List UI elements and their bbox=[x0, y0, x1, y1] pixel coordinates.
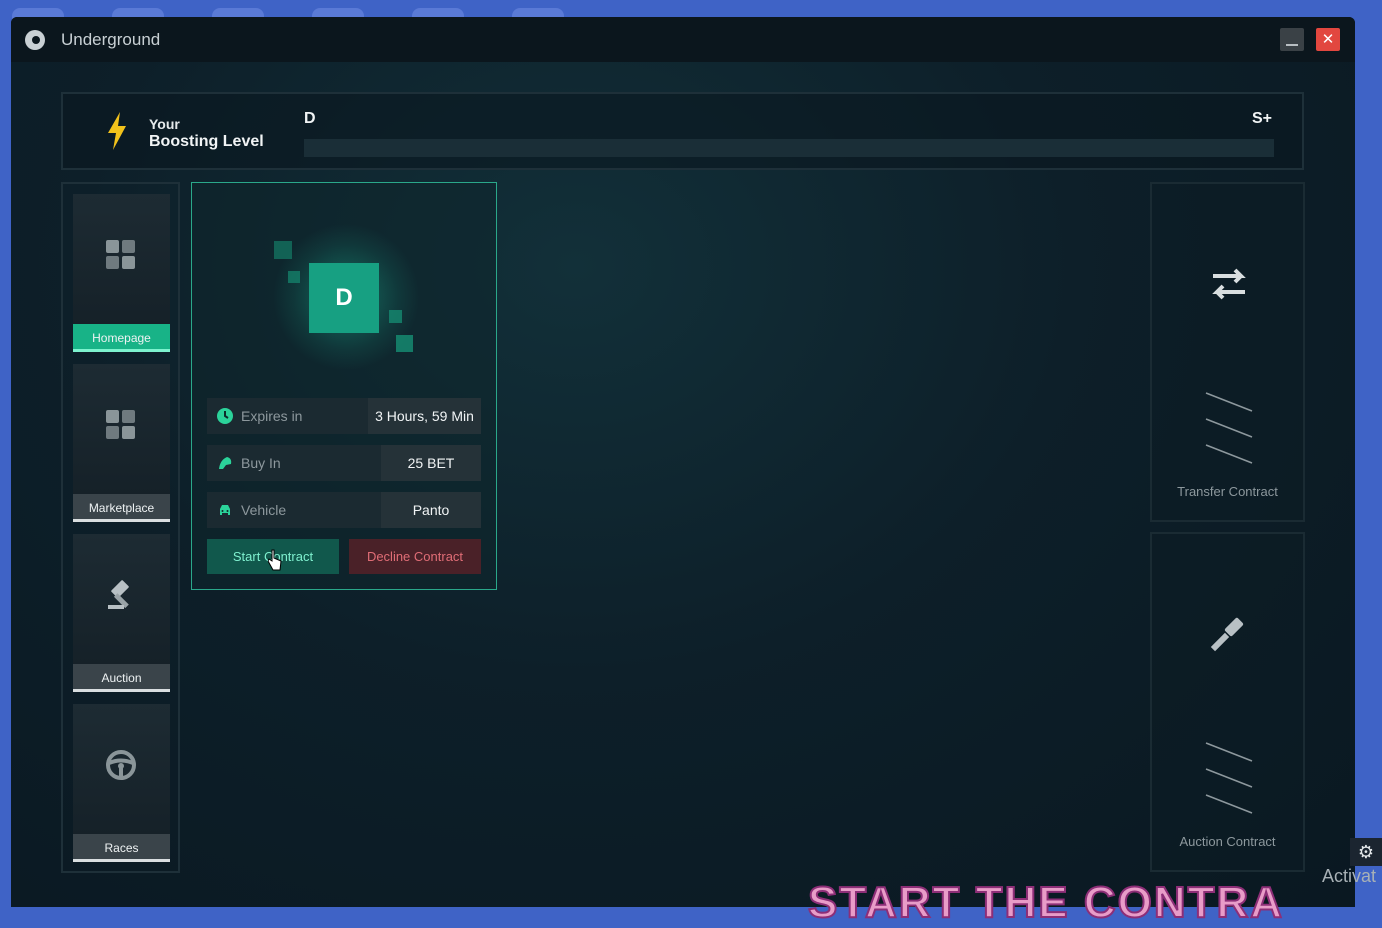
level-progress-bar bbox=[304, 139, 1274, 157]
mouse-cursor-icon bbox=[268, 549, 282, 571]
transfer-arrows-icon bbox=[1212, 268, 1246, 300]
contract-row-value: Panto bbox=[381, 492, 481, 528]
coin-icon bbox=[219, 457, 232, 469]
sidebar-item-label: Races bbox=[73, 834, 170, 862]
sidebar-item-label: Auction bbox=[73, 664, 170, 692]
lightning-bolt-icon bbox=[105, 112, 129, 150]
sidebar-item-homepage[interactable]: Homepage bbox=[73, 194, 170, 352]
max-level: S+ bbox=[1251, 110, 1272, 127]
transfer-contract-label: Transfer Contract bbox=[1177, 484, 1278, 499]
contract-row-expires: Expires in 3 Hours, 59 Min bbox=[207, 398, 481, 434]
grid-icon bbox=[106, 410, 135, 439]
gavel-icon bbox=[1210, 617, 1244, 652]
contract-row-label: Expires in bbox=[241, 408, 303, 424]
car-icon bbox=[220, 505, 230, 515]
decor-square bbox=[389, 310, 402, 323]
window-title: Underground bbox=[61, 29, 161, 49]
grid-icon bbox=[106, 240, 135, 269]
auction-contract-card[interactable]: Auction Contract bbox=[1150, 532, 1305, 872]
contract-row-buy-in: Buy In 25 BET bbox=[207, 445, 481, 481]
minimize-button[interactable] bbox=[1280, 28, 1304, 51]
transfer-contract-card[interactable]: Transfer Contract bbox=[1150, 182, 1305, 522]
contract-row-value: 25 BET bbox=[381, 445, 481, 481]
decor-square bbox=[274, 241, 292, 259]
contract-row-label: Buy In bbox=[241, 455, 281, 471]
sidebar-item-auction[interactable]: Auction bbox=[73, 534, 170, 692]
current-level: D bbox=[304, 110, 316, 127]
app-window: Underground ✕ Your Boosting Level D S+ H… bbox=[11, 17, 1355, 907]
contract-row-vehicle: Vehicle Panto bbox=[207, 492, 481, 528]
contract-row-value: 3 Hours, 59 Min bbox=[368, 398, 481, 434]
boosting-level-title: Boosting Level bbox=[149, 133, 264, 150]
clock-icon bbox=[217, 408, 233, 424]
sidebar: Homepage Marketplace Auction Races bbox=[61, 182, 180, 873]
decorative-lines-icon bbox=[1205, 742, 1253, 814]
sidebar-item-label: Homepage bbox=[73, 324, 170, 352]
sidebar-item-races[interactable]: Races bbox=[73, 704, 170, 862]
activate-watermark: Activat bbox=[1322, 866, 1377, 886]
auction-contract-label: Auction Contract bbox=[1179, 834, 1276, 849]
gavel-icon bbox=[108, 580, 129, 609]
decorative-lines-icon bbox=[1205, 392, 1253, 464]
contract-tier-badge: D bbox=[309, 263, 379, 333]
sidebar-item-marketplace[interactable]: Marketplace bbox=[73, 364, 170, 522]
decor-square bbox=[396, 335, 413, 352]
steering-wheel-icon bbox=[106, 750, 136, 780]
video-caption: START THE CONTRA bbox=[807, 877, 1285, 928]
sidebar-item-label: Marketplace bbox=[73, 494, 170, 522]
decline-contract-button[interactable]: Decline Contract bbox=[349, 539, 481, 574]
gear-icon[interactable]: ⚙ bbox=[1350, 838, 1382, 866]
boosting-level-your: Your bbox=[149, 116, 180, 132]
boosting-level-panel: Your Boosting Level D S+ bbox=[61, 92, 1304, 170]
close-button[interactable]: ✕ bbox=[1316, 28, 1340, 51]
app-logo-icon bbox=[25, 29, 45, 50]
contract-card: D Expires in 3 Hours, 59 Min Buy In 25 B… bbox=[191, 182, 497, 590]
title-bar[interactable]: Underground ✕ bbox=[11, 17, 1355, 62]
contract-row-label: Vehicle bbox=[241, 502, 287, 518]
decor-square bbox=[288, 271, 300, 283]
